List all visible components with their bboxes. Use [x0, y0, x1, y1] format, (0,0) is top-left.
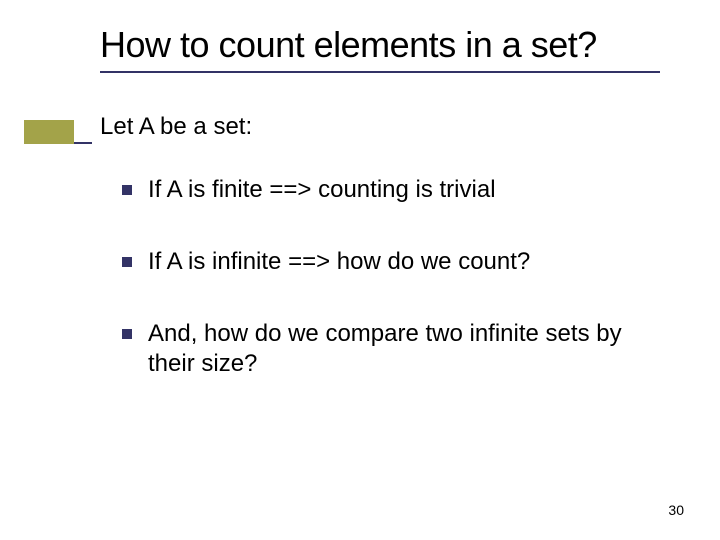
- bullet-text: And, how do we compare two infinite sets…: [148, 319, 660, 379]
- page-number: 30: [668, 502, 684, 518]
- title-underline: [100, 71, 660, 73]
- list-item: If A is infinite ==> how do we count?: [122, 247, 660, 277]
- title-block: How to count elements in a set?: [100, 24, 660, 73]
- bullet-list: If A is finite ==> counting is trivial I…: [122, 175, 660, 379]
- content-area: Let A be a set: If A is finite ==> count…: [100, 113, 660, 379]
- slide-title: How to count elements in a set?: [100, 24, 660, 65]
- slide: How to count elements in a set? Let A be…: [0, 0, 720, 540]
- square-bullet-icon: [122, 329, 132, 339]
- list-item: And, how do we compare two infinite sets…: [122, 319, 660, 379]
- bullet-text: If A is infinite ==> how do we count?: [148, 247, 530, 277]
- list-item: If A is finite ==> counting is trivial: [122, 175, 660, 205]
- intro-text: Let A be a set:: [100, 113, 660, 141]
- accent-block: [24, 120, 74, 144]
- square-bullet-icon: [122, 185, 132, 195]
- square-bullet-icon: [122, 257, 132, 267]
- bullet-text: If A is finite ==> counting is trivial: [148, 175, 496, 205]
